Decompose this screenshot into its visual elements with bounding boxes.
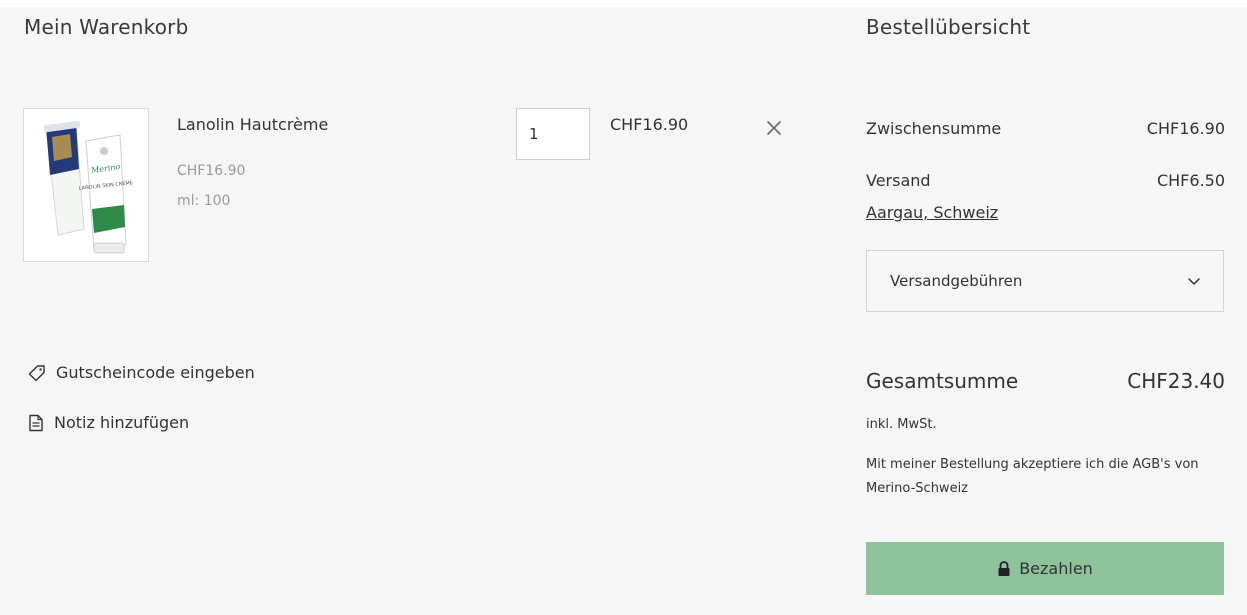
terms-note: Mit meiner Bestellung akzeptiere ich die…: [866, 457, 1199, 496]
note-icon: [29, 414, 43, 431]
pay-button[interactable]: Bezahlen: [866, 542, 1224, 595]
product-name[interactable]: Lanolin Hautcrème: [177, 115, 328, 134]
lock-icon: [998, 560, 1010, 576]
cart-page: Mein Warenkorb Bestellübersicht Merino L…: [0, 0, 1247, 615]
product-image[interactable]: Merino LANOLIN SKIN CREME: [23, 108, 149, 262]
product-tube-image: Merino LANOLIN SKIN CREME: [24, 109, 148, 261]
tax-note: inkl. MwSt.: [866, 417, 937, 432]
coupon-link[interactable]: Gutscheincode eingeben: [28, 363, 255, 382]
summary-title: Bestellübersicht: [866, 15, 1031, 39]
close-icon: [767, 121, 781, 135]
chevron-down-icon: [1188, 278, 1200, 285]
product-option: ml: 100: [177, 193, 231, 209]
remove-item-button[interactable]: [764, 118, 784, 138]
pay-label: Bezahlen: [1019, 559, 1093, 578]
shipping-location-link[interactable]: Aargau, Schweiz: [866, 203, 998, 222]
cart-title: Mein Warenkorb: [24, 15, 189, 39]
product-unit-price: CHF16.90: [177, 163, 246, 179]
note-link[interactable]: Notiz hinzufügen: [28, 413, 189, 432]
subtotal-value: CHF16.90: [1146, 119, 1225, 138]
coupon-label: Gutscheincode eingeben: [56, 363, 255, 382]
tag-icon: [28, 364, 45, 381]
note-label: Notiz hinzufügen: [54, 413, 190, 432]
shipping-select[interactable]: Versandgebühren: [866, 250, 1224, 312]
total-value: CHF23.40: [1127, 369, 1225, 393]
total-label: Gesamtsumme: [866, 369, 1019, 393]
shipping-select-label: Versandgebühren: [890, 272, 1023, 290]
shipping-label: Versand: [866, 171, 931, 190]
quantity-input[interactable]: [516, 108, 590, 160]
subtotal-label: Zwischensumme: [866, 119, 1002, 138]
shipping-value: CHF6.50: [1156, 171, 1225, 190]
line-total: CHF16.90: [610, 115, 689, 134]
